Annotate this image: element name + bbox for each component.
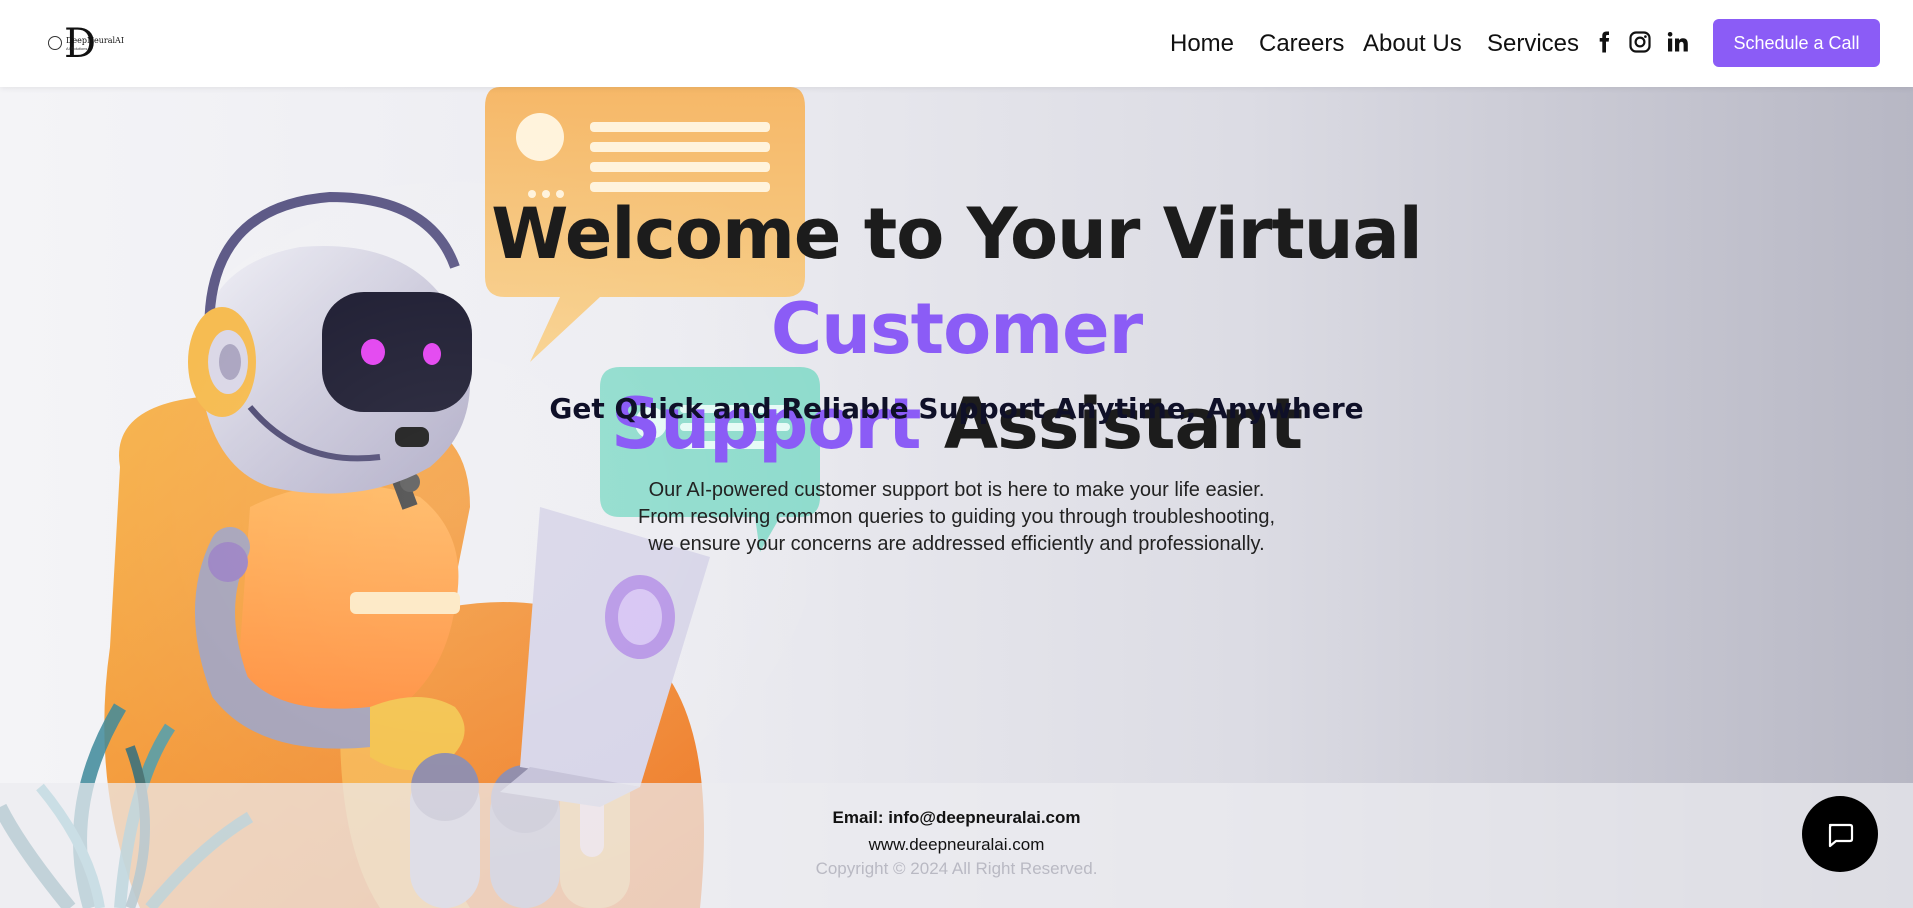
description-line-1: Our AI-powered customer support bot is h…: [648, 479, 1265, 501]
description-line-2: From resolving common queries to guiding…: [637, 506, 1276, 528]
nav-services[interactable]: Services: [1487, 26, 1579, 62]
chat-button[interactable]: [1802, 796, 1878, 872]
nav-careers[interactable]: Careers: [1259, 26, 1344, 62]
footer: Email: info@deepneuralai.com www.deepneu…: [0, 783, 1913, 908]
linkedin-icon[interactable]: [1666, 30, 1690, 54]
instagram-icon[interactable]: [1628, 30, 1652, 54]
hero-subheading: Get Quick and Reliable Support Anytime, …: [549, 392, 1364, 425]
description-line-3: we ensure your concerns are addressed ef…: [648, 533, 1265, 555]
nav-home[interactable]: Home: [1170, 26, 1234, 62]
hero-description: Our AI-powered customer support bot is h…: [560, 477, 1353, 558]
hero-headline: Welcome to Your Virtual Customer Support…: [300, 187, 1613, 472]
navbar: D DeepNeuralAI AI Solutions Home Careers…: [0, 0, 1913, 87]
logo-tagline: AI Solutions: [66, 46, 88, 51]
footer-copyright: Copyright © 2024 All Right Reserved.: [815, 859, 1098, 878]
facebook-icon[interactable]: [1592, 30, 1616, 54]
logo-brand-text: DeepNeuralAI: [66, 36, 124, 45]
nav-about-us[interactable]: About Us: [1363, 26, 1462, 62]
chat-bubble-icon: [1828, 823, 1854, 848]
headline-text-1: Welcome to Your Virtual: [491, 193, 1423, 275]
footer-email[interactable]: Email: info@deepneuralai.com: [0, 808, 1913, 828]
logo-seal-icon: [48, 36, 62, 50]
brand-logo[interactable]: D DeepNeuralAI AI Solutions: [46, 22, 124, 66]
footer-website[interactable]: www.deepneuralai.com: [0, 835, 1913, 855]
headline-accent-customer: Customer: [770, 288, 1143, 370]
schedule-call-button[interactable]: Schedule a Call: [1713, 19, 1880, 67]
